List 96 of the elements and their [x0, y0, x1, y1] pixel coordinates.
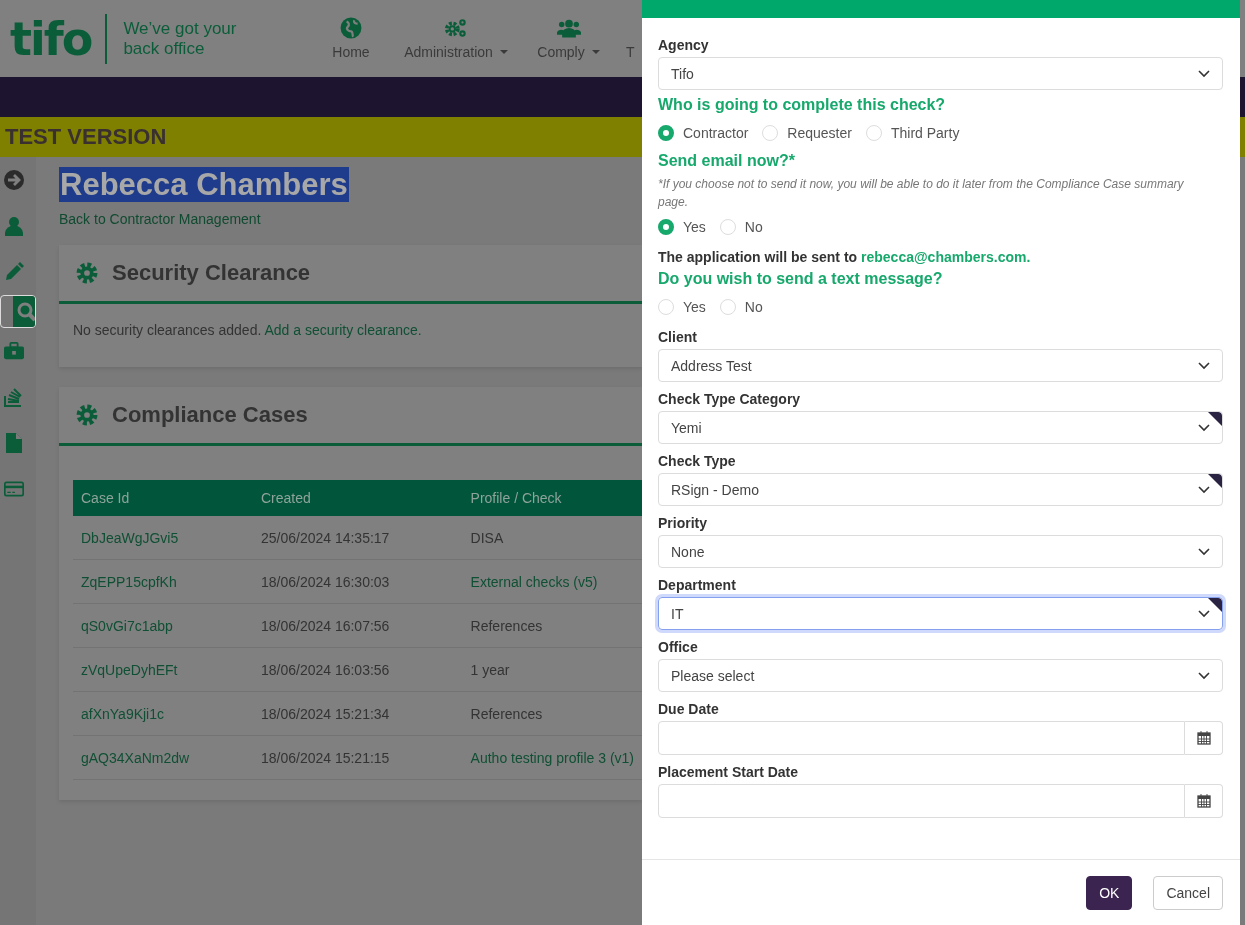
- chevron-down-icon: [1198, 485, 1210, 494]
- field-label: Department: [658, 577, 737, 593]
- radio-button[interactable]: [658, 219, 674, 235]
- table-cell: References: [470, 705, 543, 722]
- select-field[interactable]: Address Test: [658, 349, 1223, 382]
- pencil-icon: [4, 262, 24, 282]
- contractor-name: Rebecca Chambers: [59, 167, 349, 202]
- field-label: Due Date: [658, 701, 720, 717]
- nav-link[interactable]: Comply: [537, 44, 600, 60]
- radio-label[interactable]: Third Party: [890, 125, 960, 141]
- field-label: Client: [658, 329, 698, 345]
- calendar-icon: [1196, 794, 1211, 808]
- info-text: The application will be sent to rebecca@chambers.com.: [658, 249, 1032, 265]
- table-cell: 18/06/2024 15:21:34: [260, 705, 390, 722]
- radio-label[interactable]: No: [744, 299, 763, 315]
- chevron-down-icon: [1198, 547, 1210, 556]
- calendar-icon: [1196, 731, 1211, 745]
- globe-icon: [339, 17, 363, 39]
- chevron-down-icon: [1198, 361, 1210, 370]
- case-id-link[interactable]: ZqEPP15cpfKh: [81, 573, 177, 590]
- case-id-link[interactable]: qS0vGi7c1abp: [81, 617, 173, 634]
- table-cell: References: [470, 617, 543, 634]
- calendar-button[interactable]: [1185, 784, 1223, 818]
- nav-link[interactable]: Home: [332, 44, 370, 60]
- cancel-button[interactable]: Cancel: [1153, 875, 1223, 910]
- chevron-down-icon: [1198, 671, 1210, 680]
- required-corner-icon: [1208, 598, 1222, 612]
- chevron-down-icon: [1198, 609, 1210, 618]
- column-header[interactable]: Case Id: [73, 480, 253, 516]
- credit-card-icon: [4, 479, 24, 499]
- column-header[interactable]: Profile / Check: [462, 480, 642, 516]
- add-security-clearance-link[interactable]: Add a security clearance.: [264, 322, 422, 338]
- select-field[interactable]: RSign - Demo: [658, 473, 1223, 506]
- select-field[interactable]: None: [658, 535, 1223, 568]
- profile-link[interactable]: External checks (v5): [470, 573, 598, 590]
- note-text: *If you choose not to send it now, you will be able to do it later from the Compliance Case summary page.: [658, 176, 1185, 211]
- required-corner-icon: [1208, 474, 1222, 488]
- arrow-right-icon: [4, 170, 24, 190]
- table-cell: 25/06/2024 14:35:17: [260, 529, 390, 546]
- profile-link[interactable]: Autho testing profile 3 (v1): [470, 749, 634, 766]
- table-cell: 18/06/2024 16:30:03: [260, 573, 390, 590]
- calendar-button[interactable]: [1185, 721, 1223, 755]
- briefcase-icon: [4, 341, 24, 361]
- select-field[interactable]: Tifo: [658, 57, 1223, 90]
- table-cell: 18/06/2024 15:21:15: [260, 749, 390, 766]
- table-cell: 18/06/2024 16:07:56: [260, 617, 390, 634]
- caret-icon: [591, 50, 600, 54]
- caret-icon: [499, 50, 508, 54]
- radio-label[interactable]: Yes: [683, 219, 706, 235]
- field-label: Priority: [658, 515, 708, 531]
- case-id-link[interactable]: DbJeaWgJGvi5: [81, 529, 179, 546]
- gear-icon: [76, 404, 98, 426]
- table-cell: DISA: [470, 529, 504, 546]
- case-id-link[interactable]: zVqUpeDyhEFt: [81, 661, 178, 678]
- case-id-link[interactable]: afXnYa9Kji1c: [81, 705, 164, 722]
- chevron-down-icon: [1198, 69, 1210, 78]
- field-label: Check Type: [658, 453, 737, 469]
- column-header[interactable]: Created: [252, 480, 463, 516]
- table-cell: 1 year: [470, 661, 510, 678]
- gear-icon: [76, 262, 98, 284]
- field-label: Office: [658, 639, 699, 655]
- select-field[interactable]: Yemi: [658, 411, 1223, 444]
- question-heading: Do you wish to send a text message?: [658, 269, 944, 289]
- radio-label[interactable]: No: [744, 219, 763, 235]
- section-heading: Security Clearance: [112, 260, 311, 286]
- date-field[interactable]: [658, 784, 1185, 818]
- stack-icon: [4, 387, 24, 407]
- logo[interactable]: tifo: [10, 15, 92, 62]
- question-heading: Who is going to complete this check?: [658, 95, 947, 115]
- email-link[interactable]: rebecca@chambers.com.: [861, 249, 1031, 265]
- section-heading: Compliance Cases: [112, 402, 308, 428]
- chevron-down-icon: [1198, 423, 1210, 432]
- table-cell: 18/06/2024 16:03:56: [260, 661, 390, 678]
- ok-button[interactable]: OK: [1086, 875, 1133, 910]
- nav-link[interactable]: T: [626, 44, 635, 60]
- user-icon: [4, 216, 24, 236]
- date-field[interactable]: [658, 721, 1185, 755]
- radio-label[interactable]: Yes: [683, 299, 706, 315]
- required-corner-icon: [1208, 412, 1222, 426]
- radio-label[interactable]: Requester: [787, 125, 852, 141]
- field-label: Placement Start Date: [658, 764, 800, 780]
- field-label: Agency: [658, 37, 710, 53]
- field-label: Check Type Category: [658, 391, 802, 407]
- search-icon: [17, 301, 35, 322]
- empty-message: No security clearances added.: [73, 322, 262, 338]
- tagline: We’ve got your back office: [123, 18, 237, 59]
- select-field[interactable]: Please select: [658, 659, 1223, 692]
- users-icon: [556, 17, 581, 39]
- radio-label[interactable]: Contractor: [683, 125, 749, 141]
- case-id-link[interactable]: gAQ34XaNm2dw: [81, 749, 190, 766]
- radio-button[interactable]: [658, 125, 674, 141]
- gears-icon: [444, 17, 468, 39]
- back-link[interactable]: Back to Contractor Management: [59, 211, 261, 227]
- select-field[interactable]: IT: [658, 597, 1223, 630]
- nav-link[interactable]: Administration: [404, 44, 508, 60]
- file-icon: [4, 433, 24, 453]
